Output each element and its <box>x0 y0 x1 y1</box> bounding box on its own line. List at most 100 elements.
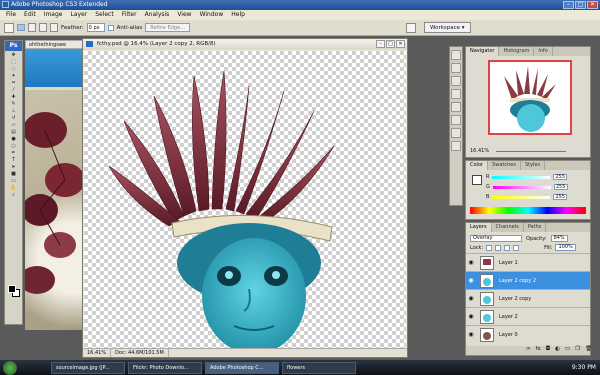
antialias-checkbox[interactable] <box>107 24 114 31</box>
layer-row[interactable]: ◉ Layer 2 <box>466 307 590 325</box>
healing-tool-icon[interactable]: ✚ <box>7 94 20 100</box>
layer-row[interactable]: ◉ Layer 2 copy <box>466 289 590 307</box>
lock-pixels-icon[interactable] <box>495 244 502 251</box>
refine-edge-button[interactable]: Refine Edge... <box>145 23 190 32</box>
menu-view[interactable]: View <box>173 10 195 20</box>
menu-layer[interactable]: Layer <box>66 10 91 20</box>
character-panel-icon[interactable] <box>451 115 461 125</box>
history-brush-tool-icon[interactable]: ↺ <box>7 115 20 121</box>
menu-analysis[interactable]: Analysis <box>141 10 174 20</box>
new-selection-icon[interactable] <box>17 24 25 31</box>
doc-size-label[interactable]: Doc: 44.6M/101.5M <box>111 349 169 357</box>
tab-channels[interactable]: Channels <box>492 223 524 232</box>
add-selection-icon[interactable] <box>28 23 36 32</box>
eye-icon[interactable]: ◉ <box>466 259 476 266</box>
measurement-panel-icon[interactable] <box>451 141 461 151</box>
layer-row[interactable]: ◉ Layer 0 <box>466 325 590 343</box>
new-layer-icon[interactable]: ❐ <box>575 346 580 355</box>
fill-input[interactable]: 100% <box>555 244 576 251</box>
menu-image[interactable]: Image <box>40 10 67 20</box>
green-slider[interactable] <box>492 185 551 189</box>
taskbar-item[interactable]: Flickr: Photo Downlo... <box>128 361 202 374</box>
feather-input[interactable]: 0 px <box>86 23 105 32</box>
color-spectrum-ramp[interactable] <box>470 207 586 214</box>
notes-tool-icon[interactable]: ▭ <box>7 178 20 184</box>
gradient-tool-icon[interactable]: ▤ <box>7 129 20 135</box>
menu-window[interactable]: Window <box>196 10 228 20</box>
workspace-dropdown[interactable]: Workspace ▾ <box>424 22 471 33</box>
tab-swatches[interactable]: Swatches <box>488 161 521 170</box>
opacity-input[interactable]: 84% <box>550 235 568 242</box>
layer-row-selected[interactable]: ◉ Layer 2 copy 2 <box>466 271 590 289</box>
tab-color[interactable]: Color <box>466 161 489 170</box>
marquee-tool-icon[interactable]: ⬚ <box>7 59 20 65</box>
adjustment-layer-icon[interactable]: ◐ <box>555 346 560 355</box>
tab-navigator[interactable]: Navigator <box>466 47 500 56</box>
palette-well-icon[interactable] <box>406 23 416 33</box>
foreground-color-swatch[interactable] <box>8 285 16 293</box>
magic-wand-tool-icon[interactable]: ✦ <box>7 73 20 79</box>
crop-tool-icon[interactable]: ⌗ <box>7 80 20 86</box>
paragraph-panel-icon[interactable] <box>451 128 461 138</box>
document-canvas[interactable] <box>84 51 406 348</box>
tab-layers[interactable]: Layers <box>466 223 492 232</box>
type-tool-icon[interactable]: T <box>7 157 20 163</box>
start-button[interactable] <box>3 360 17 375</box>
stamp-tool-icon[interactable]: ⊥ <box>7 108 20 114</box>
color-foreground-swatch[interactable] <box>472 175 482 185</box>
tab-info[interactable]: Info <box>534 47 553 56</box>
tab-paths[interactable]: Paths <box>524 223 547 232</box>
clock[interactable]: 9:30 PM <box>572 364 596 371</box>
eye-icon[interactable]: ◉ <box>466 313 476 320</box>
eraser-tool-icon[interactable]: ▱ <box>7 122 20 128</box>
doc-maximize-button[interactable]: □ <box>386 40 395 48</box>
add-mask-icon[interactable]: ◘ <box>546 346 550 355</box>
menu-help[interactable]: Help <box>227 10 249 20</box>
hand-tool-icon[interactable]: ✋ <box>7 185 20 191</box>
doc-close-button[interactable]: ✕ <box>396 40 405 48</box>
background-document-window[interactable]: ohthethingswe <box>25 40 85 330</box>
lock-position-icon[interactable] <box>504 244 511 251</box>
taskbar-item[interactable]: flowers <box>282 361 356 374</box>
menu-file[interactable]: File <box>2 10 20 20</box>
red-value[interactable]: 255 <box>553 174 568 180</box>
eye-icon[interactable]: ◉ <box>466 331 476 338</box>
menu-filter[interactable]: Filter <box>118 10 141 20</box>
eye-icon[interactable]: ◉ <box>466 277 476 284</box>
navigator-zoom-slider[interactable] <box>496 151 566 152</box>
brushes-panel-icon[interactable] <box>451 89 461 99</box>
taskbar-item-active[interactable]: Adobe Photoshop C... <box>205 361 279 374</box>
pen-tool-icon[interactable]: ✒ <box>7 150 20 156</box>
path-select-tool-icon[interactable]: ➤ <box>7 164 20 170</box>
layer-style-icon[interactable]: fx <box>536 346 541 355</box>
document-window[interactable]: fcthy.psd @ 16.4% (Layer 2 copy 2, RGB/8… <box>82 38 408 358</box>
new-group-icon[interactable]: ▭ <box>565 346 570 355</box>
intersect-selection-icon[interactable] <box>50 23 58 32</box>
tab-styles[interactable]: Styles <box>521 161 546 170</box>
lock-transparency-icon[interactable] <box>486 244 493 251</box>
minimize-button[interactable]: – <box>563 1 574 9</box>
doc-minimize-button[interactable]: – <box>376 40 385 48</box>
delete-layer-icon[interactable]: 🗑 <box>585 346 592 355</box>
eyedropper-tool-icon[interactable]: ⁄ <box>7 87 20 93</box>
green-value[interactable]: 255 <box>553 184 568 190</box>
blend-mode-select[interactable]: Overlay <box>470 235 522 242</box>
link-layers-icon[interactable]: ∞ <box>526 346 531 355</box>
background-document-tab[interactable]: ohthethingswe <box>25 40 85 49</box>
marquee-preset-icon[interactable] <box>4 22 14 33</box>
move-tool-icon[interactable]: ✥ <box>7 52 20 58</box>
lock-all-icon[interactable] <box>513 244 520 251</box>
blur-tool-icon[interactable]: ● <box>7 136 20 142</box>
tab-histogram[interactable]: Histogram <box>499 47 535 56</box>
brush-tool-icon[interactable]: ✎ <box>7 101 20 107</box>
eye-icon[interactable]: ◉ <box>466 295 476 302</box>
lasso-tool-icon[interactable]: ◌ <box>7 66 20 72</box>
tool-presets-icon[interactable] <box>451 76 461 86</box>
red-slider[interactable] <box>492 175 551 179</box>
navigator-zoom-value[interactable]: 16.41% <box>470 148 489 154</box>
zoom-tool-icon[interactable]: ⌕ <box>7 192 20 198</box>
zoom-field[interactable]: 16.41% <box>83 349 112 357</box>
taskbar-item[interactable]: sourceimage.jpg (JP... <box>51 361 125 374</box>
menu-edit[interactable]: Edit <box>20 10 40 20</box>
menu-select[interactable]: Select <box>91 10 118 20</box>
